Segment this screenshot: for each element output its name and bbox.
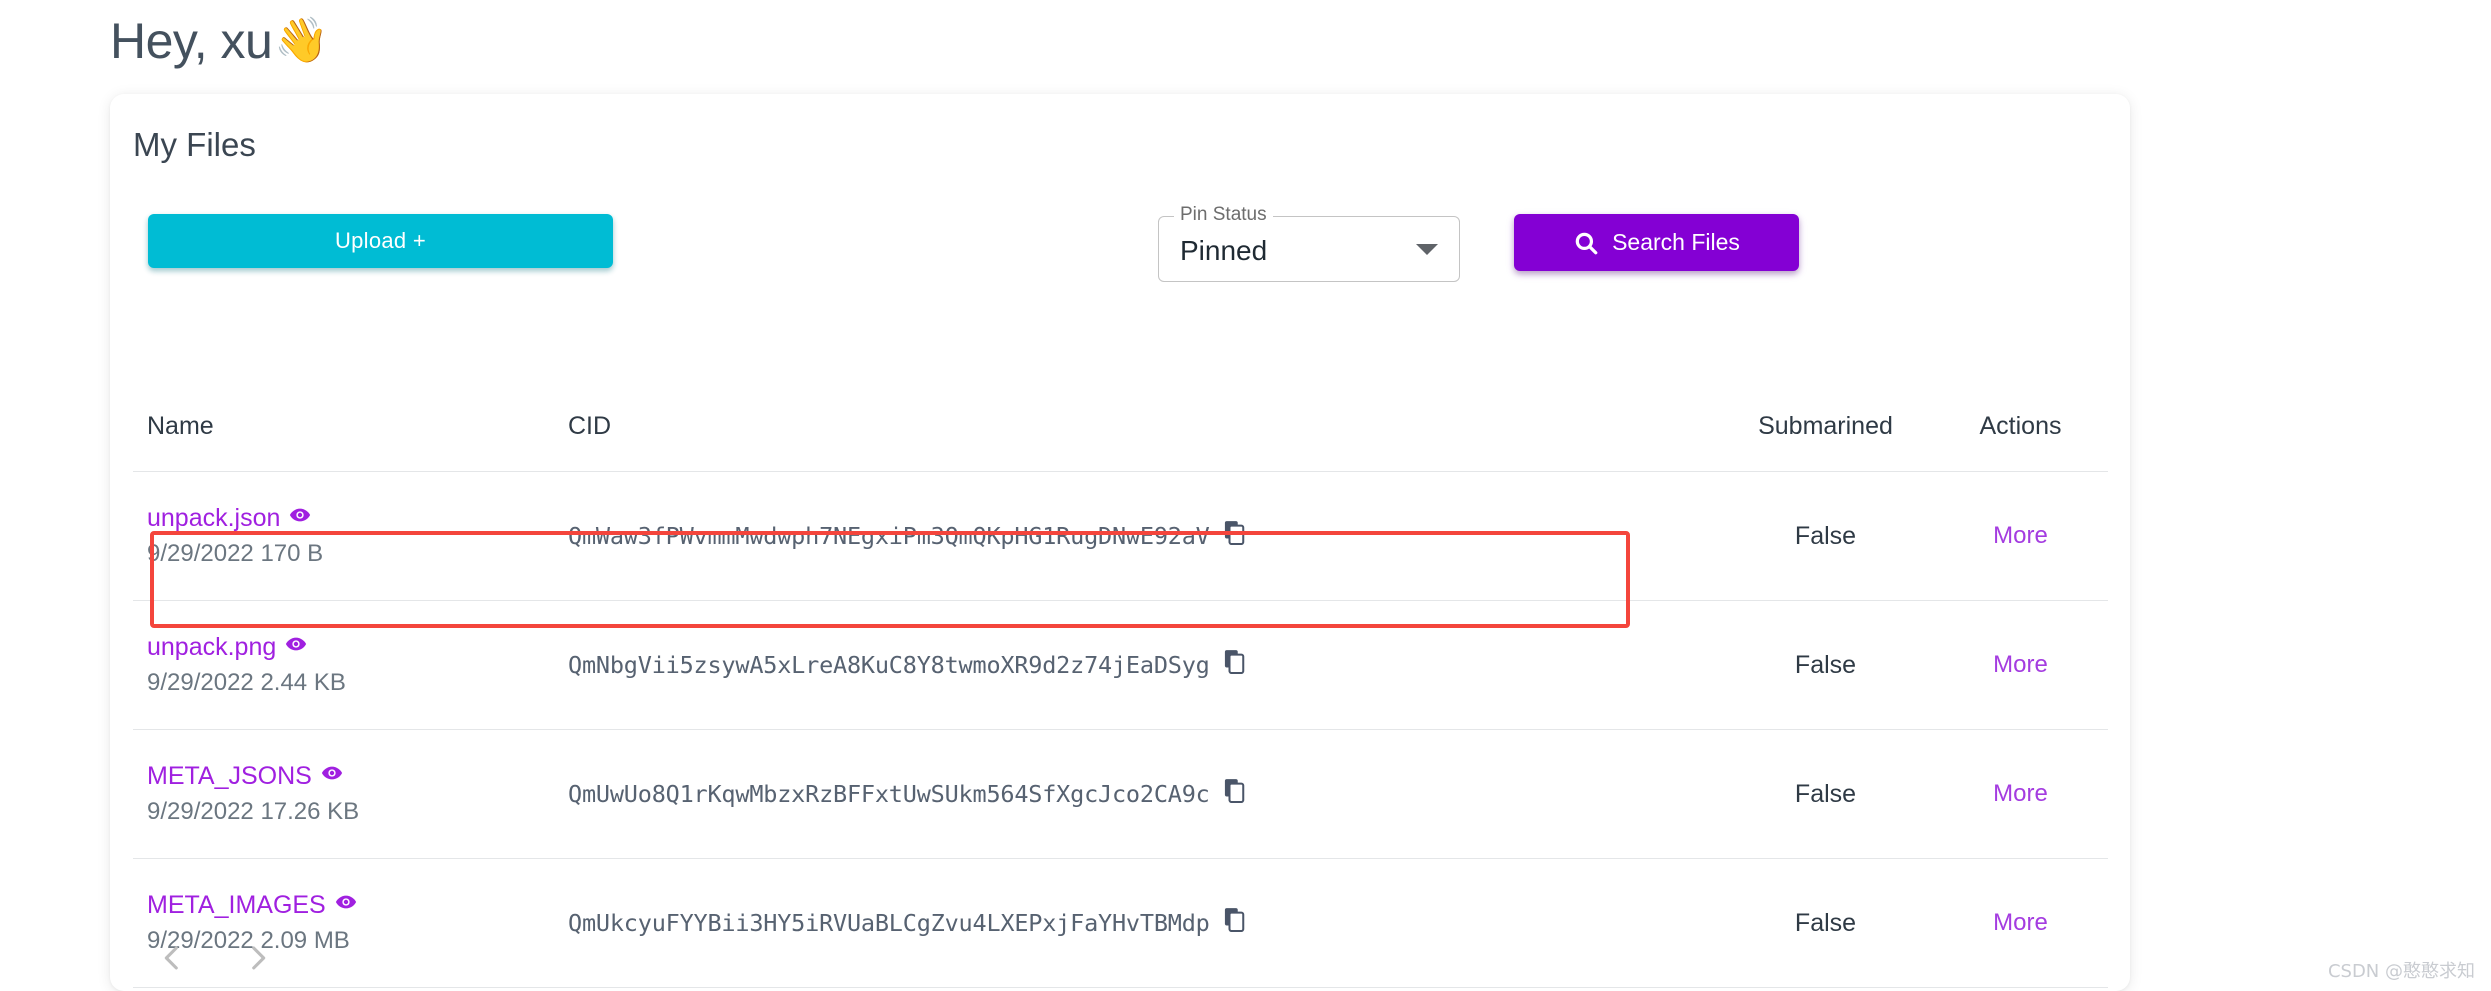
submarined-cell: False	[1794, 650, 1857, 679]
file-name-cell: META_JSONS 9/29/2022 17.26 KB	[133, 762, 538, 826]
my-files-card: My Files Upload + Pin Status Pinned Sear…	[110, 94, 2130, 991]
more-link[interactable]: More	[1993, 780, 2048, 807]
watermark: CSDN @憨憨求知	[2327, 961, 2475, 982]
file-name-label: unpack.png	[147, 633, 277, 661]
copy-icon[interactable]	[1224, 650, 1246, 680]
page-title: Hey, xu 👋	[110, 12, 329, 70]
actions-cell: More	[1933, 651, 2108, 679]
actions-cell: More	[1933, 522, 2108, 550]
more-link[interactable]: More	[1993, 522, 2048, 549]
file-name-cell: unpack.png 9/29/2022 2.44 KB	[133, 633, 538, 697]
actions-cell: More	[1933, 780, 2108, 808]
pagination	[133, 924, 2108, 991]
card-title: My Files	[133, 126, 256, 163]
file-meta: 9/29/2022 17.26 KB	[147, 798, 360, 825]
waving-hand-icon: 👋	[274, 16, 329, 65]
cid-value-wrap: QmWaw3fPWvmmMwdwph7NEgxiPm3QmQKpHG1RugDN…	[568, 521, 1246, 551]
cid-cell: QmUwUo8Q1rKqwMbzxRzBFFxtUwSUkm564SfXgcJc…	[538, 779, 1718, 809]
file-meta: 9/29/2022 170 B	[147, 540, 324, 567]
toolbar: Upload + Pin Status Pinned Search Files	[133, 205, 2108, 294]
search-icon	[1573, 230, 1599, 256]
pin-status-value: Pinned	[1180, 235, 1268, 266]
eye-icon[interactable]	[289, 504, 311, 533]
file-name-link[interactable]: META_JSONS	[147, 762, 343, 791]
table-header-row: Name CID Submarined Actions	[133, 394, 2108, 472]
eye-icon[interactable]	[285, 633, 307, 662]
submarined-cell: False	[1794, 779, 1857, 808]
upload-button[interactable]: Upload +	[148, 214, 613, 268]
greeting-text: Hey, xu	[110, 13, 273, 69]
chevron-down-icon[interactable]	[1416, 244, 1438, 255]
copy-icon[interactable]	[1224, 779, 1246, 809]
cid-value: QmWaw3fPWvmmMwdwph7NEgxiPm3QmQKpHG1RugDN…	[568, 522, 1210, 550]
copy-icon[interactable]	[1224, 521, 1246, 551]
more-link[interactable]: More	[1993, 651, 2048, 678]
file-name-label: META_IMAGES	[147, 891, 326, 919]
file-name-label: unpack.json	[147, 504, 281, 532]
column-header-cid: CID	[568, 412, 612, 440]
column-header-actions: Actions	[1979, 412, 2062, 440]
cid-value: QmUwUo8Q1rKqwMbzxRzBFFxtUwSUkm564SfXgcJc…	[568, 780, 1210, 808]
column-header-submarined: Submarined	[1758, 412, 1893, 440]
file-name-link[interactable]: unpack.json	[147, 504, 311, 533]
pin-status-select[interactable]: Pin Status Pinned	[1158, 205, 1460, 285]
table-row: unpack.json 9/29/2022 170 B QmWaw3fPWvmm…	[133, 472, 2108, 601]
file-meta: 9/29/2022 2.44 KB	[147, 669, 346, 696]
cid-cell: QmNbgVii5zsywA5xLreA8KuC8Y8twmoXR9d2z74j…	[538, 650, 1718, 680]
previous-page-icon[interactable]	[155, 941, 189, 975]
files-table: Name CID Submarined Actions unpack.json	[133, 394, 2108, 988]
next-page-icon[interactable]	[241, 941, 275, 975]
cid-cell: QmWaw3fPWvmmMwdwph7NEgxiPm3QmQKpHG1RugDN…	[538, 521, 1718, 551]
table-row: META_JSONS 9/29/2022 17.26 KB QmUwUo8Q1r…	[133, 730, 2108, 859]
column-header-name: Name	[147, 412, 214, 440]
search-files-label: Search Files	[1612, 229, 1740, 255]
cid-value-wrap: QmNbgVii5zsywA5xLreA8KuC8Y8twmoXR9d2z74j…	[568, 650, 1246, 680]
eye-icon[interactable]	[321, 762, 343, 791]
file-name-label: META_JSONS	[147, 762, 312, 790]
table-row: unpack.png 9/29/2022 2.44 KB QmNbgVii5zs…	[133, 601, 2108, 730]
cid-value-wrap: QmUwUo8Q1rKqwMbzxRzBFFxtUwSUkm564SfXgcJc…	[568, 779, 1246, 809]
search-files-button[interactable]: Search Files	[1514, 214, 1799, 271]
pin-status-label: Pin Status	[1174, 205, 1273, 225]
file-name-link[interactable]: unpack.png	[147, 633, 307, 662]
file-name-link[interactable]: META_IMAGES	[147, 891, 357, 920]
submarined-cell: False	[1794, 521, 1857, 550]
cid-value: QmNbgVii5zsywA5xLreA8KuC8Y8twmoXR9d2z74j…	[568, 651, 1210, 679]
eye-icon[interactable]	[335, 891, 357, 920]
file-name-cell: unpack.json 9/29/2022 170 B	[133, 504, 538, 568]
